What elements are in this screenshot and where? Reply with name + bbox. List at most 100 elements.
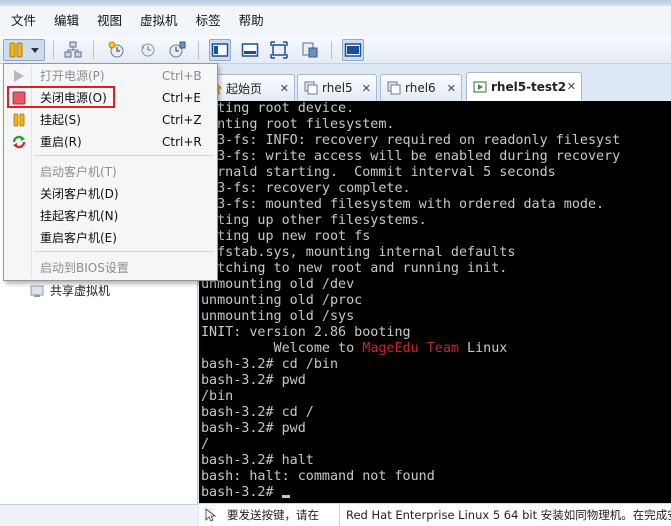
library-toggle-button[interactable] — [342, 39, 364, 61]
tab-label: rhel5 — [322, 81, 353, 95]
menu-item-label: 挂起(S) — [40, 113, 81, 127]
manage-snapshots-icon — [169, 41, 186, 58]
tab-rhel6[interactable]: rhel6 ✕ — [380, 74, 462, 101]
menu-file[interactable]: 文件 — [2, 6, 45, 36]
welcome-mage: MageEdu — [362, 341, 419, 356]
menu-item-shortcut: Ctrl+R — [162, 135, 202, 149]
menu-separator — [34, 251, 214, 252]
console-line: etting up other filesystems. — [201, 213, 427, 228]
network-icon — [64, 41, 82, 58]
console-line: eating root device. — [201, 101, 355, 116]
revert-snapshot-icon — [141, 43, 155, 57]
power-dropdown-button[interactable] — [3, 39, 45, 61]
console-line: bash-3.2# halt — [201, 453, 314, 468]
menu-item-label: 启动到BIOS设置 — [40, 261, 129, 275]
menu-item-label: 打开电源(P) — [40, 69, 105, 83]
tab-bar: 起始页 ✕ rhel5 ✕ rhel6 ✕ rhel5-test2 ✕ — [199, 64, 671, 101]
power-menu: 打开电源(P) Ctrl+B 关闭电源(O) Ctrl+E 挂起(S) Ctrl… — [3, 63, 218, 281]
close-icon[interactable]: ✕ — [567, 80, 576, 93]
menu-item-shutdown-guest[interactable]: 关闭客户机(D) — [6, 183, 215, 205]
toolbar — [0, 36, 671, 64]
toolbar-separator — [331, 41, 332, 59]
menu-item-boot-bios[interactable]: 启动到BIOS设置 — [6, 257, 215, 279]
tab-label: rhel5-test2 — [491, 80, 567, 94]
console-line: o fstab.sys, mounting internal defaults — [201, 245, 516, 260]
menu-tabs[interactable]: 标签 — [187, 6, 230, 36]
menu-vm[interactable]: 虚拟机 — [131, 6, 187, 36]
unity-button[interactable] — [299, 39, 321, 61]
play-icon — [14, 70, 24, 82]
vm-icon — [387, 81, 401, 95]
menubar: 文件 编辑 视图 虚拟机 标签 帮助 — [0, 6, 671, 36]
menu-item-shortcut: Ctrl+Z — [162, 113, 202, 127]
snapshot-manager-button[interactable] — [166, 39, 188, 61]
console-line: bash: halt: command not found — [201, 469, 435, 484]
menu-item-restart[interactable]: 重启(R) Ctrl+R — [6, 131, 215, 153]
restart-icon — [12, 135, 26, 149]
welcome-prefix: Welcome to — [201, 341, 363, 356]
welcome-suffix: Linux — [459, 341, 508, 356]
console-line: XT3-fs: write access will be enabled dur… — [201, 149, 621, 164]
toolbar-separator — [93, 41, 94, 59]
console-line: XT3-fs: recovery complete. — [201, 181, 411, 196]
console-prompt-line[interactable]: bash-3.2# — [201, 485, 290, 501]
console-prompt: bash-3.2# — [201, 485, 282, 500]
tab-rhel5[interactable]: rhel5 ✕ — [297, 74, 377, 101]
console-line: bash-3.2# cd /bin — [201, 357, 339, 372]
close-icon[interactable]: ✕ — [362, 82, 371, 95]
text-cursor — [281, 495, 290, 498]
console-line: bash-3.2# pwd — [201, 421, 306, 436]
toolbar-separator — [53, 41, 54, 59]
quick-switch-button[interactable] — [239, 39, 261, 61]
menu-item-start-guest[interactable]: 启动客户机(T) — [6, 161, 215, 183]
quick-switch-icon — [241, 43, 259, 57]
vm-console[interactable]: eating root device. ounting root filesys… — [199, 101, 671, 503]
vm-running-icon — [473, 81, 487, 93]
menu-view[interactable]: 视图 — [88, 6, 131, 36]
library-footer — [0, 504, 198, 526]
console-line: etting up new root fs — [201, 229, 371, 244]
menu-item-label: 重启客户机(E) — [40, 231, 117, 245]
menu-item-label: 启动客户机(T) — [40, 165, 117, 179]
menu-help[interactable]: 帮助 — [230, 6, 273, 36]
shared-vms-item[interactable]: 共享虚拟机 — [30, 282, 110, 299]
console-line: unmounting old /sys — [201, 309, 355, 324]
hint-bar: 要发送按键，请在 Red Hat Enterprise Linux 5 64 b… — [199, 503, 671, 526]
console-welcome-line: Welcome to MageEdu Team Linux — [201, 341, 508, 357]
menu-item-label: 重启(R) — [40, 135, 82, 149]
fullscreen-icon — [270, 41, 288, 59]
console-line: ournald starting. Commit interval 5 seco… — [201, 165, 556, 180]
revert-snapshot-button[interactable] — [137, 39, 159, 61]
console-line: unmounting old /dev — [201, 277, 355, 292]
shared-vm-icon — [30, 285, 44, 297]
console-line: XT3-fs: INFO: recovery required on reado… — [201, 133, 621, 148]
tab-rhel5-test2[interactable]: rhel5-test2 ✕ — [466, 72, 582, 101]
fullscreen-button[interactable] — [268, 39, 290, 61]
menu-item-label: 关闭客户机(D) — [40, 187, 119, 201]
console-view-button[interactable] — [209, 39, 231, 61]
pause-icon — [13, 113, 25, 127]
close-icon[interactable]: ✕ — [447, 82, 456, 95]
console-line: XT3-fs: mounted filesystem with ordered … — [201, 197, 605, 212]
menu-edit[interactable]: 编辑 — [45, 6, 88, 36]
network-button[interactable] — [62, 39, 84, 61]
hint-send-keys-text: 要发送按键，请在 — [227, 508, 319, 522]
menu-item-shortcut: Ctrl+B — [162, 69, 202, 83]
vm-icon — [304, 81, 318, 95]
console-line: / — [201, 437, 210, 452]
console-line: unmounting old /proc — [201, 293, 363, 308]
take-snapshot-button[interactable] — [106, 39, 128, 61]
console-line: bash-3.2# cd / — [201, 405, 314, 420]
menu-item-shortcut: Ctrl+E — [162, 91, 201, 105]
menu-item-label: 挂起客户机(N) — [40, 209, 119, 223]
power-off-highlight-box — [7, 86, 115, 108]
menu-item-restart-guest[interactable]: 重启客户机(E) — [6, 227, 215, 249]
menu-item-power-on[interactable]: 打开电源(P) Ctrl+B — [6, 65, 215, 87]
menu-item-suspend[interactable]: 挂起(S) Ctrl+Z — [6, 109, 215, 131]
hint-install-text: Red Hat Enterprise Linux 5 64 bit 安装如同物理… — [339, 504, 671, 526]
menu-item-suspend-guest[interactable]: 挂起客户机(N) — [6, 205, 215, 227]
console-line: /bin — [201, 389, 234, 404]
library-icon — [344, 43, 362, 57]
console-line: witching to new root and running init. — [201, 261, 508, 276]
close-icon[interactable]: ✕ — [280, 82, 289, 95]
